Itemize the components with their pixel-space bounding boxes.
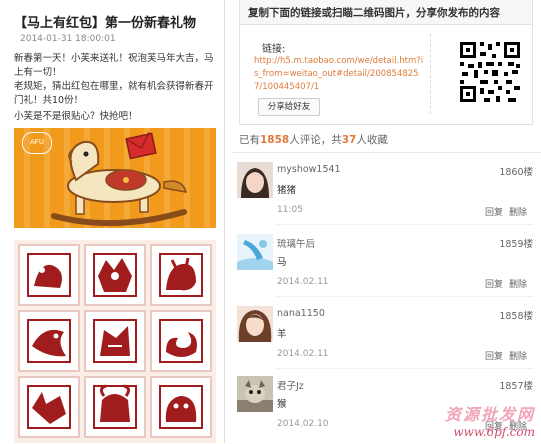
share-and-comments-panel: 复制下面的链接或扫瞄二维码图片，分享你发布的内容 链接: http://h5.m… xyxy=(231,0,541,443)
zodiac-stamp xyxy=(150,244,212,306)
stats-suffix: 人收藏 xyxy=(356,134,388,146)
zodiac-stamp xyxy=(150,310,212,372)
comment-text: 羊 xyxy=(277,329,287,340)
reply-button[interactable]: 回复 xyxy=(485,277,503,290)
watermark: 资源批发网 www.6pf.com xyxy=(445,401,535,439)
zodiac-stamp-grid[interactable] xyxy=(14,240,216,443)
comment-item: 琉璃午后 1859楼 马 2014.02.11 回复 删除 xyxy=(231,230,533,302)
post-date: 2014-01-31 18:00:01 xyxy=(20,34,116,44)
zodiac-stamp xyxy=(18,310,80,372)
delete-button[interactable]: 删除 xyxy=(509,349,527,362)
zodiac-stamp xyxy=(84,244,146,306)
divider xyxy=(231,152,541,153)
divider xyxy=(277,368,533,369)
delete-button[interactable]: 删除 xyxy=(509,205,527,218)
share-link[interactable]: http://h5.m.taobao.com/we/detail.htm?is_… xyxy=(254,55,424,94)
delete-button[interactable]: 删除 xyxy=(509,277,527,290)
qr-code-icon[interactable] xyxy=(458,40,522,104)
comment-username[interactable]: myshow1541 xyxy=(277,164,341,175)
stats-mid: 人评论，共 xyxy=(289,134,342,146)
post-title: 【马上有红包】第一份新春礼物 xyxy=(14,16,197,31)
comment-count: 1858 xyxy=(260,134,290,146)
comment-floor: 1857楼 xyxy=(499,381,533,392)
avatar[interactable] xyxy=(237,306,273,342)
divider xyxy=(430,34,431,114)
comment-text: 猪猪 xyxy=(277,185,297,196)
zodiac-stamp xyxy=(18,244,80,306)
comment-username[interactable]: nana1150 xyxy=(277,308,325,319)
avatar[interactable] xyxy=(237,162,273,198)
link-label: 链接: xyxy=(262,44,286,55)
rocking-horse-icon xyxy=(51,131,188,227)
comment-time: 2014.02.11 xyxy=(277,277,329,287)
comment-floor: 1860楼 xyxy=(499,167,533,178)
comment-time: 2014.02.11 xyxy=(277,349,329,359)
post-paragraph-1: 新春第一天！小芙来送礼！祝泡芙马年大吉，马上有一切！ xyxy=(14,53,214,78)
comment-text: 猴 xyxy=(277,399,287,410)
divider xyxy=(277,296,533,297)
reply-button[interactable]: 回复 xyxy=(485,205,503,218)
share-heading: 复制下面的链接或扫瞄二维码图片，分享你发布的内容 xyxy=(248,7,500,19)
zodiac-stamp xyxy=(150,376,212,438)
avatar[interactable] xyxy=(237,376,273,412)
rocking-horse-banner[interactable]: AFU xyxy=(14,128,216,228)
zodiac-stamp xyxy=(84,376,146,438)
divider xyxy=(277,224,533,225)
post-paragraph-2: 老规矩，猜出红包在哪里，就有机会获得新春开门礼！共10份！ xyxy=(14,81,214,106)
watermark-text: 资源批发网 xyxy=(444,405,535,424)
stats-line: 已有1858人评论，共37人收藏 xyxy=(239,132,388,147)
comment-time: 2014.02.10 xyxy=(277,419,329,429)
comment-username[interactable]: 君子Jz xyxy=(277,378,304,392)
comment-item: myshow1541 1860楼 猪猪 11:05 回复 删除 xyxy=(231,158,533,230)
zodiac-stamp xyxy=(84,310,146,372)
post-paragraph-3: 小芙是不是很贴心？快抢吧！ xyxy=(14,111,138,122)
favorite-count: 37 xyxy=(341,134,357,146)
reply-button[interactable]: 回复 xyxy=(485,349,503,362)
zodiac-stamp xyxy=(18,376,80,438)
comment-floor: 1858楼 xyxy=(499,311,533,322)
comment-username[interactable]: 琉璃午后 xyxy=(277,236,315,250)
comment-floor: 1859楼 xyxy=(499,239,533,250)
watermark-url: www.6pf.com xyxy=(453,425,535,439)
post-panel: 【马上有红包】第一份新春礼物 2014-01-31 18:00:01 新春第一天… xyxy=(0,0,225,443)
avatar[interactable] xyxy=(237,234,273,270)
comment-time: 11:05 xyxy=(277,205,303,215)
share-to-friend-button[interactable]: 分享给好友 xyxy=(258,98,320,116)
share-header: 复制下面的链接或扫瞄二维码图片，分享你发布的内容 xyxy=(240,0,532,25)
comment-text: 马 xyxy=(277,257,287,268)
share-box: 复制下面的链接或扫瞄二维码图片，分享你发布的内容 链接: http://h5.m… xyxy=(239,0,533,125)
comment-item: nana1150 1858楼 羊 2014.02.11 回复 删除 xyxy=(231,302,533,374)
stats-prefix: 已有 xyxy=(239,134,260,146)
